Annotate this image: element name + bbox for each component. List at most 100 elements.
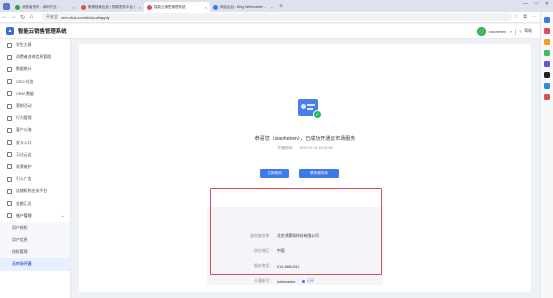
sidebar-item-label: 消费者咨询信息管理 — [16, 54, 52, 60]
sidebar-item-label: 营销活动 — [16, 103, 32, 109]
store-icon — [7, 152, 12, 158]
browser-tab[interactable]: 微博独家出品 | 视频发布平台 | ... × — [78, 2, 144, 12]
maximize-icon[interactable]: □ — [535, 1, 538, 7]
app-logo-icon: ▲ — [6, 27, 14, 35]
sidebar-subitem[interactable]: 用户授权 — [0, 221, 70, 234]
close-tab-icon[interactable]: × — [139, 5, 141, 10]
help-icon[interactable]: ? — [519, 30, 521, 34]
tiktok-icon[interactable] — [544, 72, 550, 78]
divider — [515, 28, 517, 35]
sidebar-subitem[interactable]: 云市场开通 — [0, 258, 70, 271]
account-value: webmaster — [277, 279, 296, 284]
sidebar: 学生大屏消费者咨询信息管理数据统计 CRO 任务 CRM 数据 营销活动行为管理客户公… — [0, 39, 71, 298]
sidebar-item[interactable]: 万达云店 — [0, 149, 70, 161]
close-tab-icon[interactable]: × — [73, 5, 75, 10]
extensions-icon[interactable]: ⧉ — [523, 14, 527, 20]
sidebar-item[interactable]: 引入广告 — [0, 173, 70, 185]
help-link[interactable]: 帮助 — [524, 29, 532, 34]
sidebar-item[interactable]: 消费者咨询信息管理 — [0, 51, 70, 63]
sidebar-item[interactable]: 账户管理 ▲ — [0, 210, 70, 222]
sidebar-item-label: 店铺机构业务平台 — [16, 188, 48, 194]
sidebar-item-label: 学生大屏 — [16, 42, 32, 48]
apps-icon[interactable] — [544, 61, 550, 67]
sidebar-item-label: 万达云店 — [16, 151, 32, 157]
browser-window: 消费者资讯 - 深圳行业 ... × 微博独家出品 | 视频发布平台 | ... × 智… — [0, 0, 553, 298]
tab-strip: 消费者资讯 - 深圳行业 ... × 微博独家出品 | 视频发布平台 | ... × 智… — [0, 0, 553, 12]
tab-favicon-icon — [147, 4, 152, 10]
window-controls: — □ ✕ — [523, 1, 549, 7]
users-icon — [7, 127, 12, 133]
open-time-value: 2020.07.21 15:31:08 — [299, 146, 333, 150]
sidebar-item-label: 发卡入口 — [16, 139, 32, 145]
tools-icon[interactable] — [544, 39, 550, 45]
favorites-icon[interactable] — [544, 28, 550, 34]
sidebar-item[interactable]: CRM 数据 — [0, 88, 70, 100]
new-tab-button[interactable]: + — [276, 3, 286, 10]
tab-favicon-icon — [213, 4, 218, 10]
sidebar-item[interactable]: 营销活动 — [0, 100, 70, 112]
avatar[interactable] — [476, 27, 486, 36]
sidebar-item-label: 客户公海 — [16, 127, 32, 133]
browser-tab[interactable]: 网站后台 - Bing Webmaster ... × — [210, 2, 276, 12]
card-icon — [7, 140, 12, 146]
tab-title: 智能云销售管理系统 — [154, 4, 186, 9]
profile-icon[interactable] — [0, 0, 12, 12]
games-icon[interactable] — [544, 50, 550, 56]
username[interactable]: xiaohelren — [489, 30, 507, 34]
app: ▲ 智能云销售管理系统 xiaohelren ▼ ? 帮助 学生大屏消费者咨询信… — [0, 24, 540, 298]
news-icon[interactable] — [544, 94, 550, 100]
home-icon[interactable]: ⌂ — [27, 14, 36, 20]
sidebar-item-label: CRM 数据 — [16, 90, 34, 96]
money-icon — [7, 201, 12, 207]
sidebar-item[interactable]: 金额汇总 — [0, 197, 70, 209]
sidebar-subitem[interactable]: 用户信息 — [0, 234, 70, 247]
browser-tab[interactable]: 智能云销售管理系统 × — [144, 2, 210, 12]
open-time: 开通时间： 2020.07.21 15:31:08 — [79, 146, 531, 151]
chart-icon — [7, 66, 12, 72]
sidebar-item[interactable]: 发卡入口 — [0, 137, 70, 149]
menu-icon[interactable]: ⋯ — [532, 14, 537, 20]
sidebar-item[interactable]: 数据统计 — [0, 63, 70, 75]
status-badge: 已开 — [301, 279, 314, 284]
info-label: 开通账号： — [254, 279, 273, 283]
contact-provider-button[interactable]: 联系服务商 — [299, 169, 339, 178]
megaphone-icon — [7, 103, 12, 109]
sidebar-item-label: 账户管理 — [16, 212, 32, 218]
search-icon[interactable] — [544, 17, 550, 23]
sidebar-subitem[interactable]: 授权管理 — [0, 246, 70, 259]
browser-side-rail — [540, 12, 553, 298]
browser-tab[interactable]: 消费者资讯 - 深圳行业 ... × — [12, 2, 78, 12]
user-area: xiaohelren ▼ ? 帮助 — [476, 27, 532, 36]
close-window-icon[interactable]: ✕ — [545, 1, 549, 7]
back-icon[interactable]: ← — [0, 14, 9, 20]
org-icon — [7, 188, 12, 194]
address-bar[interactable]: 不安全 crm.cfxd.com/#/cloud/apply — [42, 13, 512, 21]
open-time-label: 开通时间： — [277, 146, 296, 150]
chevron-up-icon: ▲ — [61, 213, 64, 218]
success-check-icon: ✓ — [313, 110, 322, 119]
minimize-icon[interactable]: — — [523, 1, 528, 7]
tab-title: 微博独家出品 | 视频发布平台 | ... — [88, 4, 137, 9]
task-icon — [7, 79, 12, 85]
sidebar-item[interactable]: 客户公海 — [0, 124, 70, 136]
dashboard-icon — [7, 42, 12, 48]
app-title: 智能云销售管理系统 — [18, 29, 67, 35]
tab-favicon-icon — [15, 4, 20, 10]
chevron-down-icon[interactable]: ▼ — [509, 30, 512, 34]
close-tab-icon[interactable]: × — [205, 5, 207, 10]
forward-icon[interactable]: → — [9, 14, 18, 20]
sidebar-item[interactable]: 店铺机构业务平台 — [0, 185, 70, 197]
close-tab-icon[interactable]: × — [271, 5, 273, 10]
success-message: 恭喜您（xiaohelren），已成功开通云市场服务 — [254, 136, 356, 142]
sidebar-item[interactable]: 行为管理 — [0, 112, 70, 124]
sidebar-item[interactable]: 学生大屏 — [0, 39, 70, 51]
outlook-icon[interactable] — [544, 83, 550, 89]
info-value: webmaster 已开 — [277, 279, 314, 284]
star-icon[interactable]: ☆ — [514, 14, 518, 20]
tab-title: 消费者资讯 - 深圳行业 ... — [22, 4, 61, 9]
reload-icon[interactable]: ↻ — [18, 14, 27, 21]
tab-favicon-icon — [81, 4, 86, 10]
sidebar-item[interactable]: 发票维护 — [0, 161, 70, 173]
use-now-button[interactable]: 立即使用 — [260, 169, 289, 178]
sidebar-item[interactable]: CRO 任务 — [0, 76, 70, 88]
